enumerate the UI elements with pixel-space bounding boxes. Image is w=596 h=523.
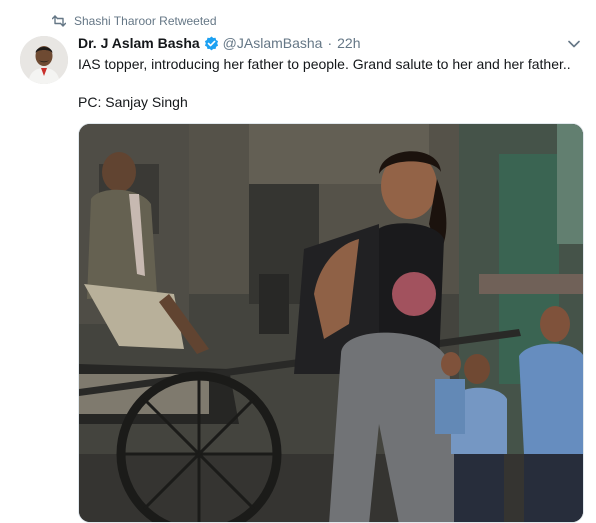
verified-badge-icon (204, 35, 219, 51)
avatar[interactable] (20, 36, 68, 84)
author-name[interactable]: Dr. J Aslam Basha (78, 35, 200, 51)
tweet-photo[interactable] (78, 123, 584, 523)
social-context: Shashi Tharoor Retweeted (52, 13, 217, 29)
tweet-text-line: IAS topper, introducing her father to pe… (78, 56, 571, 72)
tweet-card[interactable]: Shashi Tharoor Retweeted Dr. J Aslam Bas… (0, 0, 596, 523)
tweet-timestamp[interactable]: 22h (337, 35, 360, 51)
tweet-text: IAS topper, introducing her father to pe… (78, 55, 583, 112)
retweet-icon (52, 15, 66, 27)
tweet-header: Dr. J Aslam Basha @JAslamBasha · 22h (78, 33, 361, 53)
chevron-down-icon[interactable] (566, 37, 582, 51)
separator-dot: · (327, 35, 333, 51)
retweeter-link[interactable]: Shashi Tharoor Retweeted (74, 14, 217, 28)
author-handle[interactable]: @JAslamBasha (223, 35, 323, 51)
photo-credit: PC: Sanjay Singh (78, 94, 188, 110)
